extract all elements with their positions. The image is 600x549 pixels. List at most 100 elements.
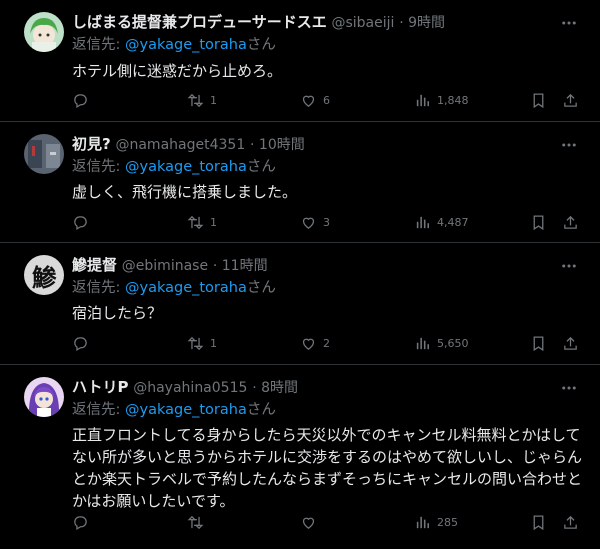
tweet-header: しばまる提督兼プロデューサードスエ @sibaeiji · 9時間 <box>72 12 445 32</box>
more-icon[interactable] <box>560 257 578 275</box>
like-icon <box>302 338 315 350</box>
reply-prefix: 返信先: <box>72 159 121 175</box>
views-count: 4,487 <box>437 215 469 229</box>
tweet-header: ハトリP @hayahina0515 · 8時間 <box>72 377 298 397</box>
avatar[interactable] <box>24 134 64 174</box>
display-name[interactable]: ハトリP <box>72 378 128 396</box>
action-bar: 1 3 4,487 <box>72 212 582 232</box>
reply-suffix: さん <box>246 402 276 418</box>
like-icon <box>302 517 315 529</box>
reply-feed: しばまる提督兼プロデューサードスエ @sibaeiji · 9時間 返信先: @… <box>0 0 600 549</box>
display-name[interactable]: 初見? <box>72 135 111 153</box>
like-count: 3 <box>323 215 330 229</box>
timestamp[interactable]: · 11時間 <box>213 258 268 274</box>
reply-icon <box>74 93 87 108</box>
share-icon <box>564 336 577 350</box>
tweet-header: 初見? @namahaget4351 · 10時間 <box>72 134 305 154</box>
bookmark-icon <box>533 92 544 108</box>
timestamp[interactable]: · 9時間 <box>399 15 445 31</box>
tweet-text: 虚しく、飛行機に搭乗しました。 <box>72 183 298 201</box>
action-bar: 1 6 1,848 <box>72 90 582 110</box>
views-count: 5,650 <box>437 336 469 350</box>
retweet-button[interactable] <box>187 512 210 532</box>
bookmark-button[interactable] <box>530 212 547 232</box>
reply-button[interactable] <box>72 512 95 532</box>
reply-prefix: 返信先: <box>72 37 121 53</box>
handle[interactable]: @ebiminase <box>122 258 208 274</box>
more-icon[interactable] <box>560 14 578 32</box>
tweet-text: ホテル側に迷惑だから止めろ。 <box>72 62 283 80</box>
retweet-icon <box>187 515 204 529</box>
retweet-button[interactable]: 1 <box>187 90 217 110</box>
bookmark-icon <box>533 335 544 351</box>
avatar[interactable]: 鯵 <box>24 255 64 295</box>
avatar-glyph: 鯵 <box>32 262 56 292</box>
bookmark-button[interactable] <box>530 333 547 353</box>
more-icon[interactable] <box>560 379 578 397</box>
share-button[interactable] <box>562 90 579 110</box>
timestamp[interactable]: · 8時間 <box>252 380 298 396</box>
views-button[interactable]: 5,650 <box>414 333 469 353</box>
handle[interactable]: @hayahina0515 <box>133 380 247 396</box>
retweet-count: 1 <box>210 215 217 229</box>
like-button[interactable]: 3 <box>300 212 330 232</box>
views-count: 1,848 <box>437 93 469 107</box>
retweet-count: 1 <box>210 336 217 350</box>
tweet[interactable]: ハトリP @hayahina0515 · 8時間 返信先: @yakage_to… <box>0 365 600 549</box>
views-button[interactable]: 4,487 <box>414 212 469 232</box>
bookmark-icon <box>533 214 544 230</box>
mention-link[interactable]: @yakage_toraha <box>125 37 247 53</box>
like-button[interactable] <box>300 512 323 532</box>
share-icon <box>564 215 577 229</box>
reply-context: 返信先: @yakage_torahaさん <box>72 157 276 177</box>
retweet-icon <box>187 336 204 350</box>
retweet-button[interactable]: 1 <box>187 333 217 353</box>
reply-context: 返信先: @yakage_torahaさん <box>72 35 276 55</box>
bookmark-button[interactable] <box>530 512 547 532</box>
views-icon <box>416 516 430 528</box>
reply-suffix: さん <box>246 280 276 296</box>
retweet-count: 1 <box>210 93 217 107</box>
reply-context: 返信先: @yakage_torahaさん <box>72 400 276 420</box>
handle[interactable]: @sibaeiji <box>331 15 394 31</box>
views-icon <box>416 337 430 349</box>
handle[interactable]: @namahaget4351 <box>115 137 245 153</box>
views-button[interactable]: 285 <box>414 512 458 532</box>
reply-context: 返信先: @yakage_torahaさん <box>72 278 276 298</box>
retweet-icon <box>187 93 204 107</box>
tweet[interactable]: 鯵 鰺提督 @ebiminase · 11時間 返信先: @yakage_tor… <box>0 243 600 365</box>
views-icon <box>416 216 430 228</box>
reply-prefix: 返信先: <box>72 280 121 296</box>
share-icon <box>564 93 577 107</box>
timestamp[interactable]: · 10時間 <box>250 137 305 153</box>
share-button[interactable] <box>562 212 579 232</box>
reply-icon <box>74 515 87 530</box>
reply-icon <box>74 215 87 230</box>
reply-suffix: さん <box>246 159 276 175</box>
share-button[interactable] <box>562 333 579 353</box>
like-button[interactable]: 6 <box>300 90 330 110</box>
avatar[interactable] <box>24 377 64 417</box>
tweet[interactable]: しばまる提督兼プロデューサードスエ @sibaeiji · 9時間 返信先: @… <box>0 0 600 122</box>
bookmark-button[interactable] <box>530 90 547 110</box>
tweet[interactable]: 初見? @namahaget4351 · 10時間 返信先: @yakage_t… <box>0 122 600 243</box>
mention-link[interactable]: @yakage_toraha <box>125 402 247 418</box>
views-button[interactable]: 1,848 <box>414 90 469 110</box>
tweet-header: 鰺提督 @ebiminase · 11時間 <box>72 255 268 275</box>
retweet-button[interactable]: 1 <box>187 212 217 232</box>
action-bar: 1 2 5,650 <box>72 333 582 353</box>
more-icon[interactable] <box>560 136 578 154</box>
display-name[interactable]: 鰺提督 <box>72 256 117 274</box>
mention-link[interactable]: @yakage_toraha <box>125 159 247 175</box>
share-icon <box>564 515 577 529</box>
reply-button[interactable] <box>72 212 95 232</box>
action-bar: 285 <box>72 512 582 532</box>
like-button[interactable]: 2 <box>300 333 330 353</box>
share-button[interactable] <box>562 512 579 532</box>
reply-button[interactable] <box>72 90 95 110</box>
reply-button[interactable] <box>72 333 95 353</box>
reply-icon <box>74 336 87 351</box>
mention-link[interactable]: @yakage_toraha <box>125 280 247 296</box>
display-name[interactable]: しばまる提督兼プロデューサードスエ <box>72 13 327 31</box>
avatar[interactable] <box>24 12 64 52</box>
